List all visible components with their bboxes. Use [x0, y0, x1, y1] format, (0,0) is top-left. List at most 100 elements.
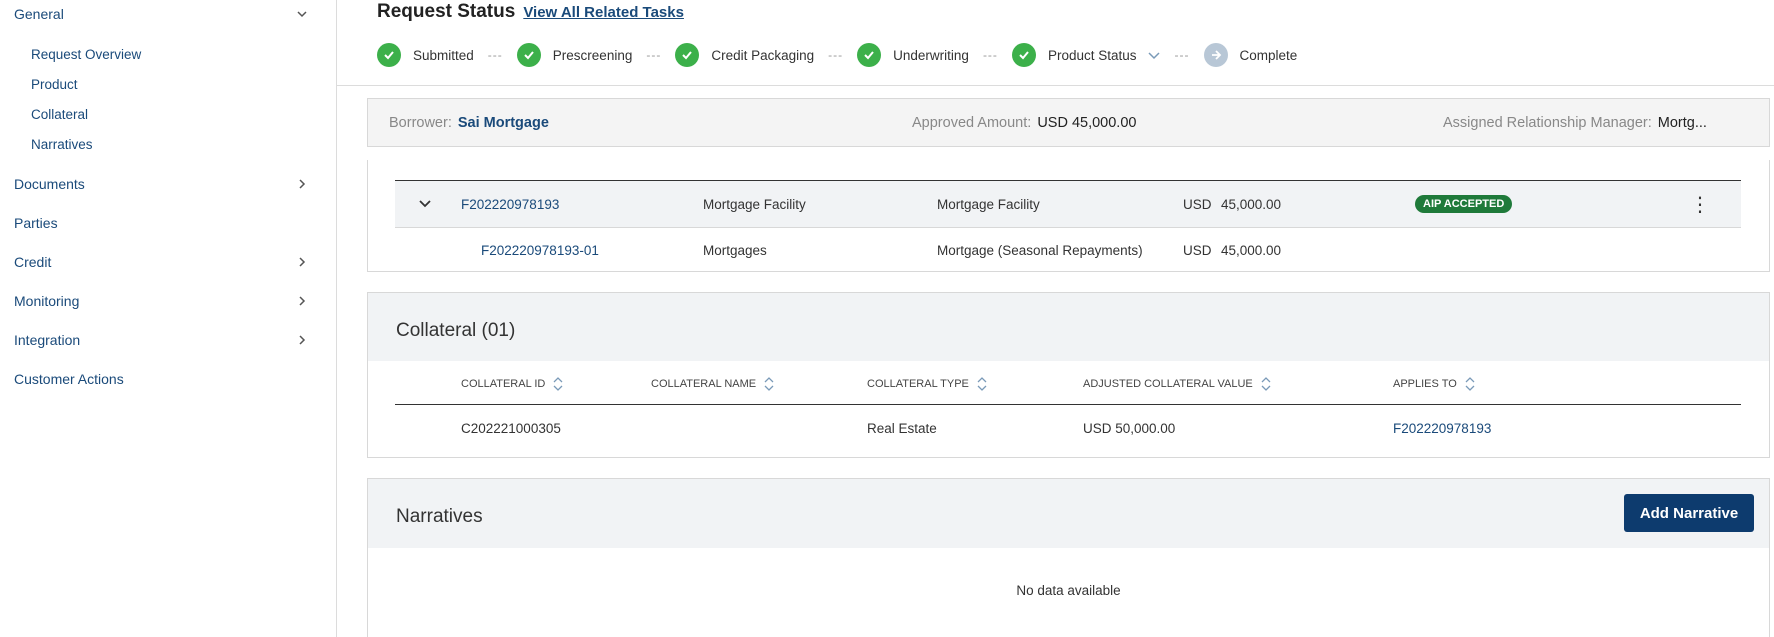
check-circle-icon [1011, 43, 1036, 67]
borrower-value[interactable]: Sai Mortgage [458, 115, 549, 131]
sidebar-item-label: General [14, 6, 64, 22]
chevron-down-icon[interactable] [1147, 48, 1161, 62]
collateral-title: Collateral (01) [396, 320, 516, 341]
chevron-right-icon [294, 332, 310, 348]
sort-icon [553, 377, 563, 391]
sub-facility-product: Mortgage (Seasonal Repayments) [937, 242, 1143, 258]
facility-currency: USD [1183, 196, 1212, 212]
step-separator: --- [1174, 48, 1190, 62]
applies-to-link[interactable]: F202220978193 [1393, 405, 1491, 451]
check-circle-icon [857, 43, 882, 67]
borrower-field: Borrower: Sai Mortgage [389, 115, 549, 131]
chevron-right-icon [294, 176, 310, 192]
column-header-collateral-id[interactable]: COLLATERAL ID [461, 377, 563, 391]
collateral-header: Collateral (01) [368, 293, 1769, 361]
relationship-manager-value: Mortg... [1657, 114, 1707, 131]
narratives-header: Narratives Add Narrative [368, 479, 1769, 548]
step-separator: --- [487, 48, 503, 62]
request-status-title: Request Status [377, 1, 516, 22]
table-row: F202220978193-01 Mortgages Mortgage (Sea… [395, 227, 1741, 273]
request-status-header: Request Status View All Related Tasks [377, 0, 684, 24]
step-label: Prescreening [552, 47, 633, 63]
sidebar-item-label: Credit [14, 254, 52, 270]
step-label: Product Status [1047, 47, 1137, 63]
sub-facility-currency: USD [1183, 242, 1212, 258]
sidebar-subitem-product[interactable]: Product [31, 73, 78, 95]
sidebar-subitem-narratives[interactable]: Narratives [31, 133, 93, 155]
column-label: COLLATERAL NAME [651, 378, 757, 390]
step-underwriting: Underwriting [857, 43, 969, 67]
relationship-manager-label: Assigned Relationship Manager: [1443, 114, 1652, 131]
facility-amount: 45,000.00 [1221, 196, 1282, 212]
arrow-right-circle-icon [1203, 43, 1228, 67]
sidebar-item-customer-actions[interactable]: Customer Actions [14, 367, 310, 391]
column-label: COLLATERAL ID [461, 378, 546, 390]
step-label: Complete [1239, 47, 1298, 63]
facility-type: Mortgage Facility [703, 196, 806, 212]
sidebar-item-integration[interactable]: Integration [14, 328, 310, 352]
sort-icon [1465, 377, 1475, 391]
column-label: ADJUSTED COLLATERAL VALUE [1083, 378, 1253, 390]
status-stepper: Submitted --- Prescreening --- Credit Pa… [377, 43, 1297, 67]
status-badge: AIP ACCEPTED [1415, 195, 1513, 213]
chevron-right-icon [294, 293, 310, 309]
step-prescreening: Prescreening [516, 43, 633, 67]
approved-amount-value: USD 45,000.00 [1037, 114, 1137, 131]
collateral-section: Collateral (01) COLLATERAL ID COLLATERAL… [367, 292, 1770, 458]
step-separator: --- [982, 48, 998, 62]
check-circle-icon [377, 43, 401, 67]
sidebar-item-label: Integration [14, 332, 81, 348]
sidebar: General Request Overview Product Collate… [0, 0, 337, 637]
sidebar-item-label: Customer Actions [14, 371, 124, 387]
column-header-collateral-type[interactable]: COLLATERAL TYPE [867, 377, 987, 391]
facility-table: F202220978193 Mortgage Facility Mortgage… [367, 160, 1770, 272]
sidebar-subitem-collateral[interactable]: Collateral [31, 103, 88, 125]
sidebar-item-label: Monitoring [14, 293, 80, 309]
column-header-adjusted-collateral-value[interactable]: ADJUSTED COLLATERAL VALUE [1083, 377, 1271, 391]
sidebar-subitem-request-overview[interactable]: Request Overview [31, 43, 141, 65]
status-badge-cell: AIP ACCEPTED [1415, 181, 1513, 227]
collateral-id: C202221000305 [461, 420, 561, 436]
main-content: Request Status View All Related Tasks Su… [337, 0, 1774, 637]
step-label: Underwriting [893, 47, 969, 63]
sidebar-item-credit[interactable]: Credit [14, 250, 310, 274]
header-divider [337, 85, 1774, 86]
column-label: COLLATERAL TYPE [867, 378, 969, 390]
borrower-label: Borrower: [389, 114, 452, 131]
step-label: Credit Packaging [711, 47, 815, 63]
column-header-applies-to[interactable]: APPLIES TO [1393, 377, 1475, 391]
step-credit-packaging: Credit Packaging [675, 43, 814, 67]
sidebar-item-documents[interactable]: Documents [14, 172, 310, 196]
collapse-row-chevron-icon[interactable] [417, 181, 433, 227]
sort-icon [764, 377, 774, 391]
sub-facility-type: Mortgages [703, 242, 767, 258]
sub-facility-id-link[interactable]: F202220978193-01 [481, 227, 599, 273]
approved-amount-label: Approved Amount: [912, 114, 1032, 131]
collateral-type: Real Estate [867, 420, 937, 436]
sort-icon [977, 377, 987, 391]
sidebar-item-monitoring[interactable]: Monitoring [14, 289, 310, 313]
more-options-icon[interactable]: ⋮ [1690, 181, 1710, 227]
empty-state-text: No data available [1016, 583, 1121, 598]
view-all-related-tasks-link[interactable]: View All Related Tasks [523, 4, 684, 21]
chevron-right-icon [294, 254, 310, 270]
step-separator: --- [828, 48, 844, 62]
step-separator: --- [646, 48, 662, 62]
narratives-title: Narratives [396, 506, 483, 527]
step-submitted: Submitted [377, 43, 474, 67]
facility-product: Mortgage Facility [937, 196, 1040, 212]
relationship-manager-field: Assigned Relationship Manager: Mortg... [1443, 115, 1707, 131]
facility-id-link[interactable]: F202220978193 [461, 181, 559, 227]
sidebar-item-label: Documents [14, 176, 85, 192]
sidebar-item-general[interactable]: General [14, 2, 310, 26]
narratives-section: Narratives Add Narrative No data availab… [367, 478, 1770, 637]
table-row: F202220978193 Mortgage Facility Mortgage… [395, 180, 1741, 228]
sub-facility-amount: 45,000.00 [1221, 242, 1282, 258]
add-narrative-button[interactable]: Add Narrative [1624, 494, 1754, 532]
column-header-collateral-name[interactable]: COLLATERAL NAME [651, 377, 774, 391]
adjusted-collateral-value: USD 50,000.00 [1083, 420, 1176, 436]
step-product-status[interactable]: Product Status [1011, 43, 1161, 67]
sidebar-item-parties[interactable]: Parties [14, 211, 310, 235]
table-row: C202221000305 Real Estate USD 50,000.00 … [395, 405, 1741, 451]
check-circle-icon [516, 43, 541, 67]
